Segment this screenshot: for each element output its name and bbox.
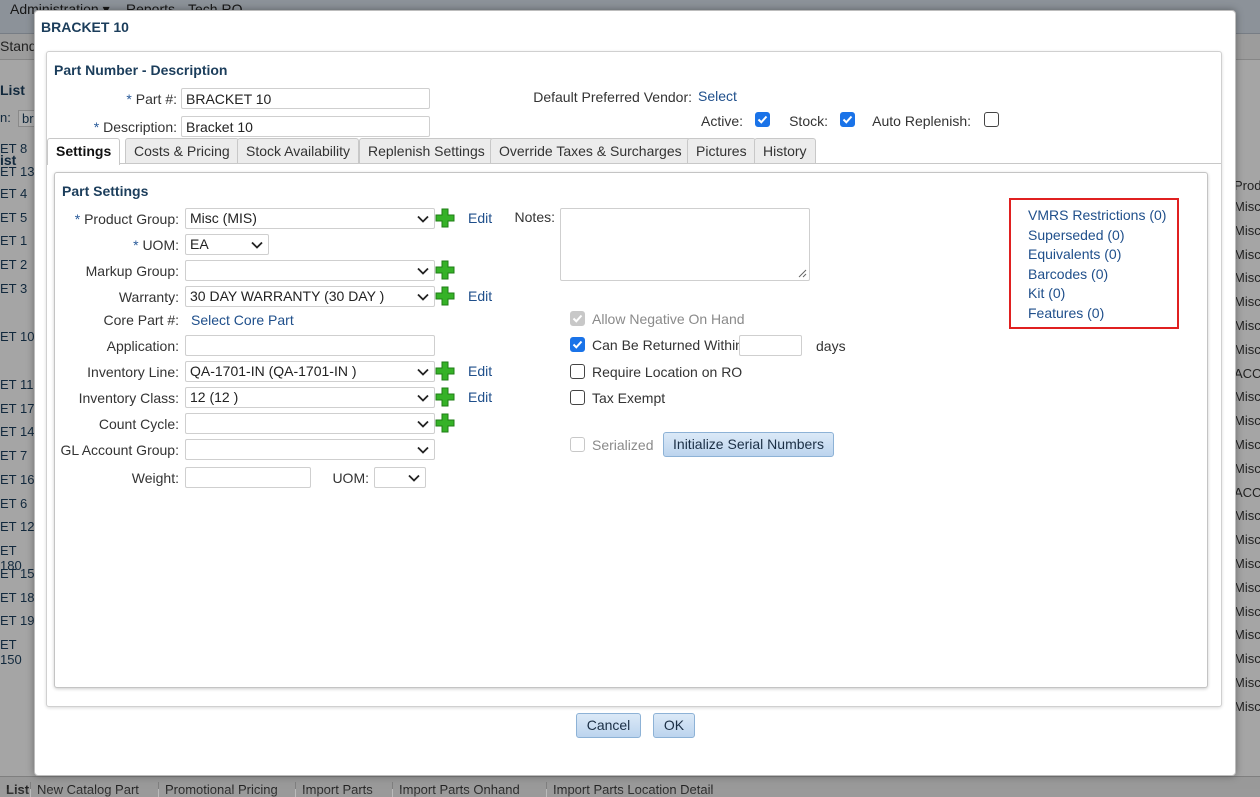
- warranty-label: Warranty:: [118, 289, 179, 305]
- chevron-down-icon: [417, 394, 429, 402]
- resize-handle-icon[interactable]: [798, 269, 807, 278]
- tab-replenish-settings[interactable]: Replenish Settings: [359, 138, 494, 164]
- stock-label: Stock:: [789, 113, 828, 129]
- chevron-down-icon: [251, 241, 263, 249]
- inventory-line-edit-link[interactable]: Edit: [468, 363, 492, 379]
- weight-input[interactable]: [185, 467, 311, 488]
- notes-textarea[interactable]: [560, 208, 810, 281]
- tab-override-taxes[interactable]: Override Taxes & Surcharges: [490, 138, 691, 164]
- chevron-down-icon: [417, 293, 429, 301]
- features-link[interactable]: Features (0): [1028, 305, 1104, 321]
- notes-label: Notes:: [514, 209, 555, 225]
- product-group-label: * Product Group:: [74, 211, 179, 227]
- active-checkbox[interactable]: [755, 112, 770, 127]
- chevron-down-icon: [417, 267, 429, 275]
- tab-bar: Settings Costs & Pricing Stock Availabil…: [47, 138, 1221, 165]
- uom-label: * UOM:: [133, 237, 179, 253]
- inventory-line-select[interactable]: QA-1701-IN (QA-1701-IN ): [185, 361, 435, 382]
- count-cycle-label: Count Cycle:: [98, 416, 179, 432]
- can-be-returned-label: Can Be Returned Within: [592, 337, 743, 353]
- add-warranty-plus-icon[interactable]: [435, 286, 455, 306]
- description-input[interactable]: [181, 116, 430, 137]
- cancel-button[interactable]: Cancel: [576, 713, 641, 738]
- ok-button[interactable]: OK: [653, 713, 695, 738]
- tab-settings[interactable]: Settings: [47, 138, 121, 165]
- can-be-returned-checkbox[interactable]: [570, 337, 585, 352]
- tax-exempt-label: Tax Exempt: [592, 390, 666, 406]
- application-input[interactable]: [185, 335, 435, 356]
- tab-history[interactable]: History: [754, 138, 816, 164]
- serialized-label: Serialized: [592, 437, 654, 453]
- add-inventory-class-plus-icon[interactable]: [435, 387, 455, 407]
- inventory-line-label: Inventory Line:: [87, 364, 179, 380]
- select-core-part-link[interactable]: Select Core Part: [191, 312, 294, 328]
- part-number-section-title: Part Number - Description: [54, 62, 228, 78]
- require-location-checkbox[interactable]: [570, 364, 585, 379]
- default-vendor-label: Default Preferred Vendor:: [533, 89, 692, 105]
- uom-select[interactable]: EA: [185, 234, 269, 255]
- tab-content: Part Settings * Product Group: Misc (MIS…: [47, 163, 1221, 707]
- count-cycle-select[interactable]: [185, 413, 435, 434]
- part-panel: Part Number - Description * Part #: * De…: [46, 51, 1222, 707]
- warranty-select[interactable]: 30 DAY WARRANTY (30 DAY ): [185, 286, 435, 307]
- part-settings-panel: Part Settings * Product Group: Misc (MIS…: [54, 172, 1208, 688]
- weight-uom-label: UOM:: [332, 470, 369, 486]
- chevron-down-icon: [417, 215, 429, 223]
- weight-uom-select[interactable]: [374, 467, 426, 488]
- initialize-serial-numbers-button[interactable]: Initialize Serial Numbers: [663, 432, 834, 457]
- barcodes-link[interactable]: Barcodes (0): [1028, 266, 1108, 282]
- product-group-edit-link[interactable]: Edit: [468, 210, 492, 226]
- superseded-link[interactable]: Superseded (0): [1028, 227, 1125, 243]
- chevron-down-icon: [417, 420, 429, 428]
- serialized-checkbox: [570, 437, 585, 452]
- gl-account-group-label: GL Account Group:: [60, 442, 179, 458]
- default-vendor-select-link[interactable]: Select: [698, 88, 737, 104]
- require-location-label: Require Location on RO: [592, 364, 743, 380]
- description-label: * Description:: [93, 119, 177, 135]
- markup-group-label: Markup Group:: [85, 263, 179, 279]
- inventory-class-select[interactable]: 12 (12 ): [185, 387, 435, 408]
- chevron-down-icon: [417, 368, 429, 376]
- auto-replenish-label: Auto Replenish:: [872, 113, 971, 129]
- tax-exempt-checkbox[interactable]: [570, 390, 585, 405]
- active-label: Active:: [700, 113, 743, 129]
- warranty-edit-link[interactable]: Edit: [468, 288, 492, 304]
- kit-link[interactable]: Kit (0): [1028, 285, 1065, 301]
- weight-label: Weight:: [131, 470, 179, 486]
- part-number-input[interactable]: [181, 88, 430, 109]
- days-label: days: [816, 338, 846, 354]
- application-label: Application:: [106, 338, 179, 354]
- markup-group-select[interactable]: [185, 260, 435, 281]
- tab-costs-pricing[interactable]: Costs & Pricing: [125, 138, 239, 164]
- add-markup-group-plus-icon[interactable]: [435, 260, 455, 280]
- auto-replenish-checkbox[interactable]: [984, 112, 999, 127]
- equivalents-link[interactable]: Equivalents (0): [1028, 246, 1121, 262]
- vmrs-restrictions-link[interactable]: VMRS Restrictions (0): [1028, 207, 1166, 223]
- allow-negative-checkbox: [570, 311, 585, 326]
- chevron-down-icon: [417, 446, 429, 454]
- add-inventory-line-plus-icon[interactable]: [435, 361, 455, 381]
- tab-stock-availability[interactable]: Stock Availability: [237, 138, 360, 164]
- add-product-group-plus-icon[interactable]: [435, 208, 455, 228]
- part-number-label: * Part #:: [126, 91, 177, 107]
- part-settings-title: Part Settings: [62, 183, 149, 199]
- dialog-title: BRACKET 10: [41, 19, 129, 35]
- stock-checkbox[interactable]: [840, 112, 855, 127]
- inventory-class-label: Inventory Class:: [78, 390, 179, 406]
- allow-negative-label: Allow Negative On Hand: [592, 311, 745, 327]
- chevron-down-icon: [408, 474, 420, 482]
- core-part-label: Core Part #:: [103, 312, 179, 328]
- gl-account-group-select[interactable]: [185, 439, 435, 460]
- return-days-input[interactable]: [739, 335, 802, 356]
- product-group-select[interactable]: Misc (MIS): [185, 208, 435, 229]
- add-count-cycle-plus-icon[interactable]: [435, 413, 455, 433]
- part-dialog: BRACKET 10 Part Number - Description * P…: [34, 10, 1236, 776]
- inventory-class-edit-link[interactable]: Edit: [468, 389, 492, 405]
- tab-pictures[interactable]: Pictures: [687, 138, 756, 164]
